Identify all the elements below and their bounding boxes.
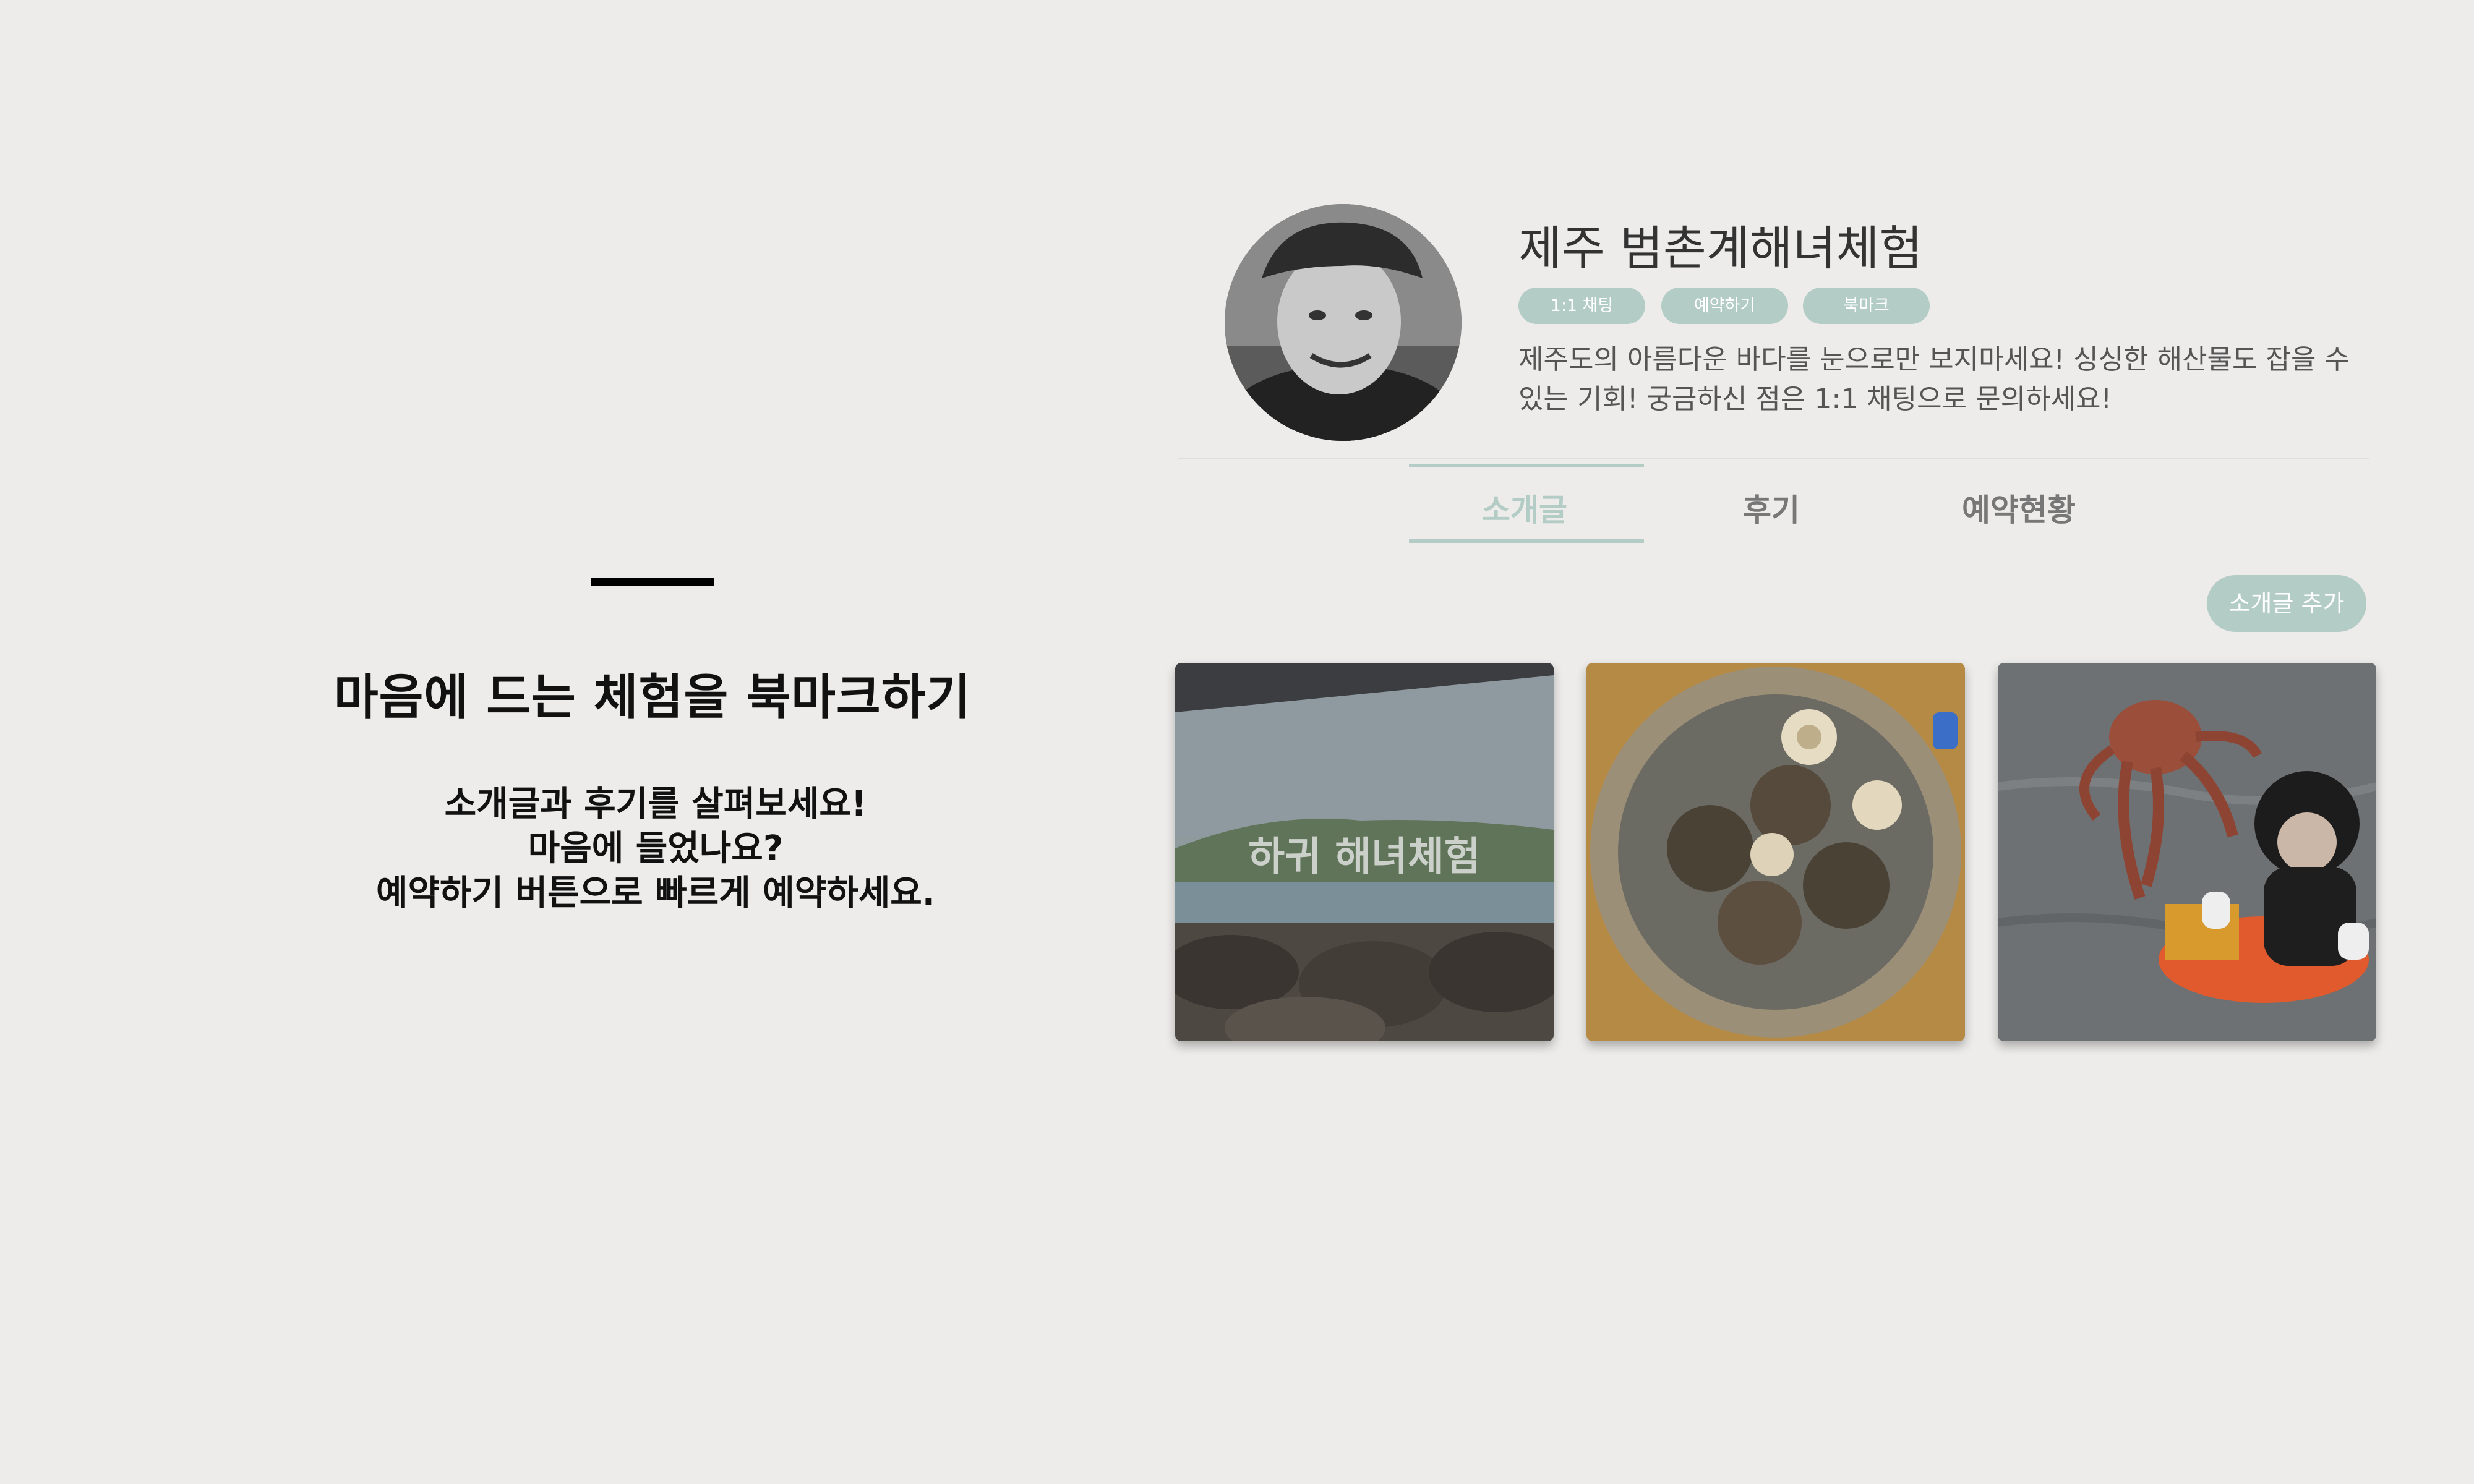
profile-name: 제주 범촌계해녀체험 (1518, 221, 1923, 276)
intro-line-1: 소개글과 후기를 살펴보세요! (444, 784, 867, 824)
profile-avatar (1225, 204, 1462, 441)
tab-reviews[interactable]: 후기 (1743, 485, 1800, 530)
reserve-button[interactable]: 예약하기 (1661, 288, 1788, 324)
tab-reservations[interactable]: 예약현황 (1962, 485, 2076, 530)
intro-line-3: 예약하기 버튼으로 빠르게 예약하세요. (375, 873, 936, 913)
active-tab-top-line (1409, 464, 1644, 467)
intro-title: 마음에 드는 체험을 북마크하기 (333, 670, 972, 725)
chat-button[interactable]: 1:1 채팅 (1518, 288, 1645, 324)
profile-description: 제주도의 아름다운 바다를 눈으로만 보지마세요! 싱싱한 해산물도 잡을 수 … (1518, 344, 2350, 415)
intro-card-caption: 하귀 해녀체험 (1248, 834, 1481, 880)
add-intro-button[interactable]: 소개글 추가 (2207, 575, 2366, 632)
intro-line-2: 마음에 들었나요? (528, 829, 784, 869)
bookmark-button[interactable]: 북마크 (1803, 288, 1930, 324)
profile-divider (1178, 458, 2369, 459)
intro-card[interactable]: 하귀 해녀체험 (1175, 663, 1554, 1041)
tab-intro[interactable]: 소개글 (1482, 485, 1567, 530)
intro-card[interactable] (1586, 663, 1965, 1041)
active-tab-bottom-line (1409, 539, 1644, 543)
intro-divider (591, 578, 714, 586)
intro-card[interactable] (1998, 663, 2376, 1041)
